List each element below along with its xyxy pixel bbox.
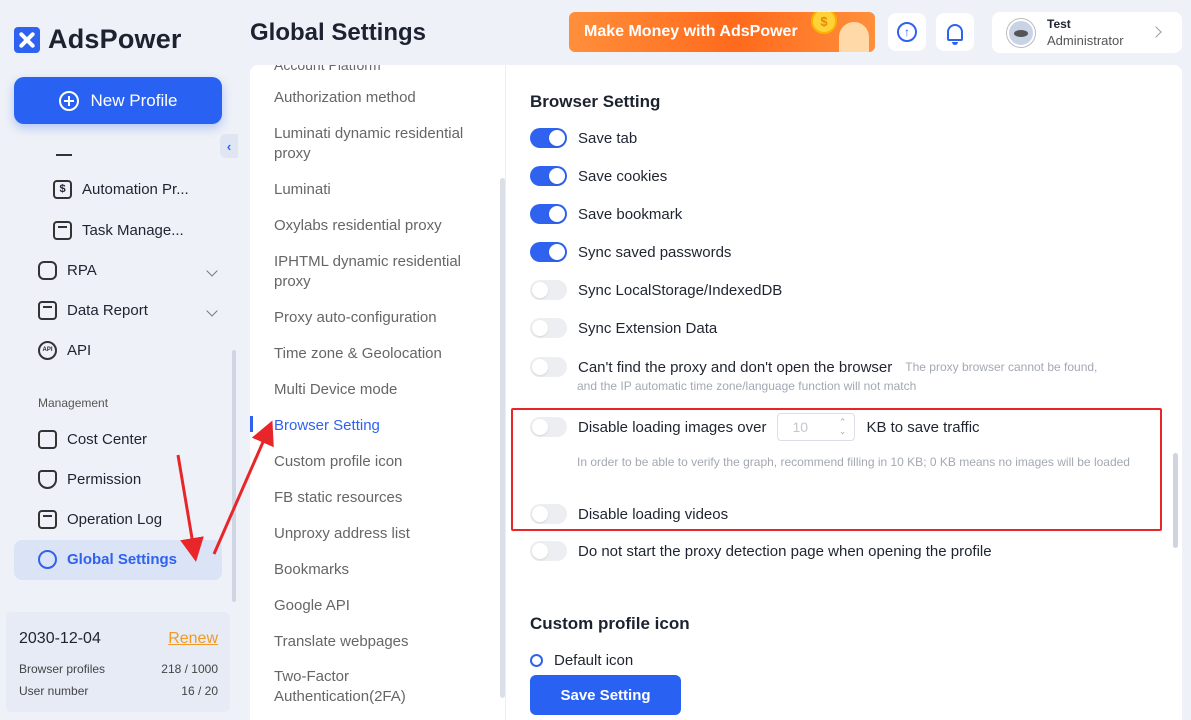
annotation-arrows	[176, 420, 274, 562]
arrow-to-browser-setting	[212, 420, 274, 555]
arrow-to-global-settings	[176, 454, 204, 562]
